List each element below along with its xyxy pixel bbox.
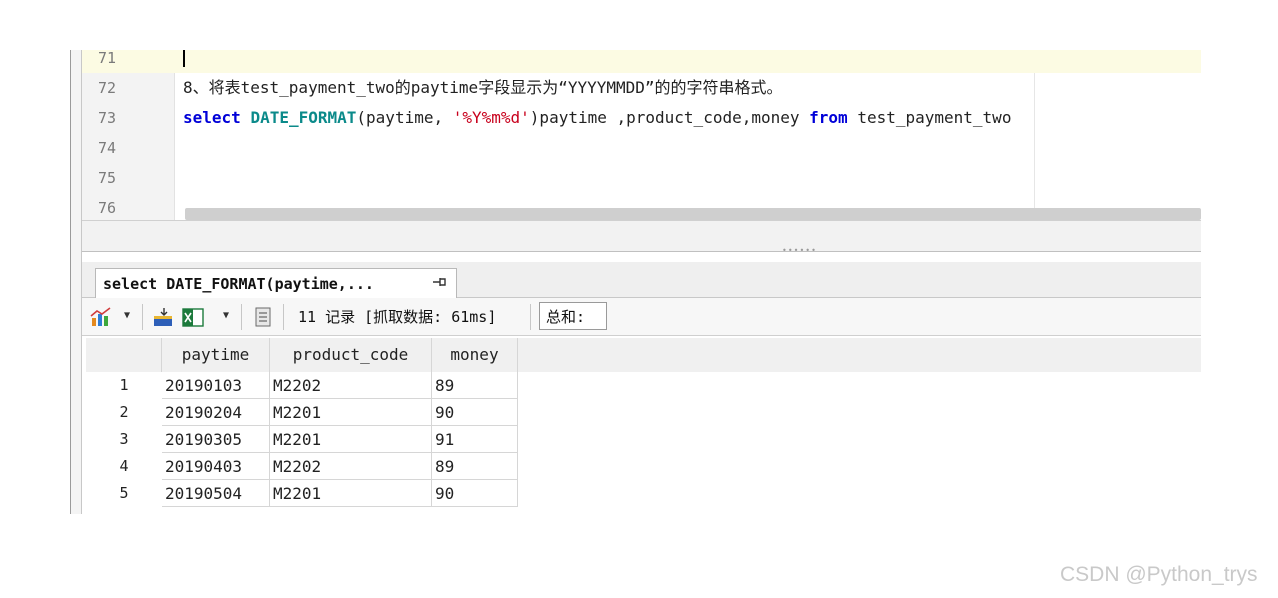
sql-args: (paytime,	[356, 108, 453, 127]
line-number: 75	[97, 169, 117, 187]
cell-paytime[interactable]: 20190403	[162, 453, 270, 480]
row-number: 2	[119, 403, 129, 421]
cell-money[interactable]: 90	[432, 399, 518, 426]
editor-line[interactable]: 73 select DATE_FORMAT(paytime, '%Y%m%d')…	[82, 103, 1201, 133]
watermark: CSDN @Python_trys	[1060, 563, 1258, 586]
sql-keyword: select	[183, 108, 241, 127]
chevron-down-icon[interactable]: ▼	[223, 310, 229, 321]
record-status: 11 记录 [抓取数据: 61ms]	[298, 308, 497, 326]
line-number: 74	[97, 139, 117, 157]
column-header-product-code[interactable]: product_code	[270, 338, 432, 372]
result-tab-label: select DATE_FORMAT(paytime,...	[103, 275, 374, 293]
text-caret	[183, 50, 185, 73]
result-tab-bar: select DATE_FORMAT(paytime,...	[82, 262, 1201, 298]
row-number: 1	[119, 376, 129, 394]
cell-money[interactable]: 91	[432, 426, 518, 453]
cell-money[interactable]: 89	[432, 372, 518, 399]
sql-string: '%Y%m%d'	[452, 108, 530, 127]
row-number: 5	[119, 484, 129, 502]
sql-editor[interactable]: 71 72 8、将表test_payment_two的paytime字段显示为“…	[82, 50, 1201, 220]
editor-line[interactable]: 71	[82, 50, 1201, 73]
excel-icon[interactable]	[182, 307, 206, 327]
toolbar-divider	[283, 304, 284, 330]
cell-product-code[interactable]: M2201	[270, 426, 432, 453]
editor-line[interactable]: 75	[82, 163, 1201, 193]
sql-keyword: from	[809, 108, 848, 127]
row-number: 3	[119, 430, 129, 448]
row-number-header	[86, 338, 162, 372]
result-toolbar: ▼ ▼ 11 记录 [抓取数据: 61ms] 总和:	[82, 298, 1201, 336]
result-tab[interactable]: select DATE_FORMAT(paytime,...	[95, 268, 457, 298]
cell-paytime[interactable]: 20190204	[162, 399, 270, 426]
sql-table: test_payment_two	[847, 108, 1012, 127]
sql-statement: select DATE_FORMAT(paytime, '%Y%m%d')pay…	[183, 103, 1011, 133]
toolbar-divider	[142, 304, 143, 330]
editor-line[interactable]: 74	[82, 133, 1201, 163]
line-number: 72	[97, 79, 117, 97]
splitter-grip-icon[interactable]: ••••••	[782, 246, 817, 255]
row-number: 4	[119, 457, 129, 475]
comment-text: 8、将表test_payment_two的paytime字段显示为“YYYYMM…	[183, 78, 783, 97]
cell-paytime[interactable]: 20190305	[162, 426, 270, 453]
cell-paytime[interactable]: 20190103	[162, 372, 270, 399]
cell-product-code[interactable]: M2201	[270, 399, 432, 426]
sum-field: 总和:	[539, 302, 607, 330]
window-left-border	[70, 50, 82, 514]
line-number: 76	[97, 199, 117, 217]
cell-money[interactable]: 89	[432, 453, 518, 480]
chevron-down-icon[interactable]: ▼	[124, 310, 130, 321]
cell-product-code[interactable]: M2202	[270, 372, 432, 399]
toolbar-divider	[241, 304, 242, 330]
cell-money[interactable]: 90	[432, 480, 518, 507]
horizontal-scrollbar[interactable]	[185, 208, 1201, 220]
cell-product-code[interactable]: M2201	[270, 480, 432, 507]
import-icon[interactable]	[152, 307, 176, 327]
pin-icon[interactable]	[432, 275, 448, 293]
editor-line[interactable]: 72 8、将表test_payment_two的paytime字段显示为“YYY…	[82, 73, 1201, 103]
sql-client-window: 71 72 8、将表test_payment_two的paytime字段显示为“…	[70, 50, 1201, 514]
sql-columns: )paytime ,product_code,money	[529, 108, 810, 127]
column-header-paytime[interactable]: paytime	[162, 338, 270, 372]
grid-header: paytime product_code money	[86, 338, 1201, 372]
toolbar-divider	[530, 304, 531, 330]
line-number: 71	[97, 50, 117, 67]
sql-function: DATE_FORMAT	[250, 108, 357, 127]
chart-icon[interactable]	[90, 307, 116, 327]
column-header-money[interactable]: money	[432, 338, 518, 372]
line-number: 73	[97, 109, 117, 127]
cell-paytime[interactable]: 20190504	[162, 480, 270, 507]
cell-product-code[interactable]: M2202	[270, 453, 432, 480]
notes-icon[interactable]	[252, 307, 274, 327]
panel-splitter[interactable]: ••••••	[82, 220, 1201, 255]
